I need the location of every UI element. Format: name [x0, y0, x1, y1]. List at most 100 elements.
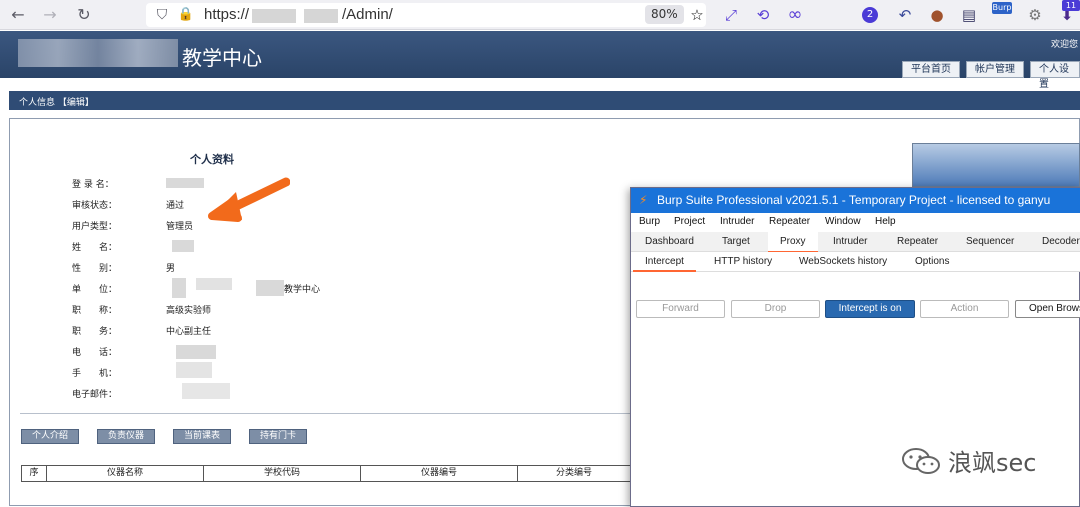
extension-badge-icon[interactable]: 2 [862, 7, 878, 23]
burp-extension-icon[interactable]: Burp [992, 2, 1012, 14]
tab-proxy[interactable]: Proxy [768, 232, 818, 253]
tab-settings[interactable]: 个人设置 [1030, 61, 1080, 90]
redacted-value [182, 383, 230, 399]
reload-icon[interactable]: ↻ [74, 5, 94, 25]
shield-icon[interactable]: ⛉ [152, 5, 172, 25]
cookie-icon[interactable]: ● [928, 6, 946, 24]
action-button[interactable]: Action [920, 300, 1009, 318]
tab-sequencer[interactable]: Sequencer [966, 236, 1014, 247]
address-bar[interactable]: ⛉ 🔒 https:// /Admin/ [146, 3, 706, 27]
field-label: 登 录 名： [72, 180, 114, 190]
drop-button[interactable]: Drop [731, 300, 820, 318]
breadcrumb[interactable]: 个人信息 【编辑】 [19, 95, 94, 108]
menu-repeater[interactable]: Repeater [769, 216, 810, 227]
site-title: 教学中心 [182, 46, 262, 70]
divider [20, 413, 630, 414]
field-value: 通过 [166, 201, 185, 211]
star-icon[interactable]: ☆ [688, 6, 706, 24]
url-redacted [304, 9, 338, 23]
table-header-cell: 分类编号 [555, 468, 592, 478]
welcome-text: 欢迎您 [1050, 40, 1078, 50]
forward-button[interactable]: Forward [636, 300, 725, 318]
table-header-cell: 仪器名称 [47, 466, 204, 481]
reader-icon[interactable]: ▤ [960, 6, 978, 24]
reply-icon[interactable]: ↶ [896, 6, 914, 24]
burp-menubar: Burp Project Intruder Repeater Window He… [631, 213, 1080, 232]
subtab-websockets-history[interactable]: WebSockets history [799, 256, 887, 267]
watermark-text: 浪飒sec [948, 449, 1037, 477]
browser-toolbar: ← → ↻ ⛉ 🔒 https:// /Admin/ 80% ☆ ⤢ ⟲ ∞ 2… [0, 0, 1080, 30]
tab-schedule[interactable]: 当前课表 [173, 429, 232, 444]
wechat-icon [902, 447, 940, 474]
instrument-table-header: 序 仪器名称 学校代码 仪器编号 分类编号 [21, 465, 631, 482]
field-value: 中心副主任 [166, 327, 212, 337]
tab-decoder[interactable]: Decoder [1042, 236, 1080, 247]
url-redacted [252, 9, 296, 23]
field-label: 电子邮件： [72, 390, 118, 400]
tab-repeater[interactable]: Repeater [897, 236, 938, 247]
tab-home[interactable]: 平台首页 [902, 61, 960, 78]
thumbnail-image [912, 143, 1080, 187]
tab-intruder[interactable]: Intruder [833, 236, 867, 247]
field-label: 用户类型： [72, 222, 118, 232]
intercept-toggle-button[interactable]: Intercept is on [825, 300, 915, 318]
redacted-value [256, 280, 284, 296]
redacted-value [166, 178, 204, 188]
burp-proxy-subtabs: Intercept HTTP history WebSockets histor… [631, 252, 1080, 272]
gear-icon[interactable]: ⚙ [1026, 6, 1044, 24]
history-icon[interactable]: ⟲ [754, 6, 772, 24]
redacted-value [176, 362, 212, 378]
subtab-intercept[interactable]: Intercept [633, 252, 696, 272]
table-header-cell: 序 [22, 466, 47, 481]
breadcrumb-bar: 个人信息 【编辑】 [9, 91, 1080, 110]
field-label: 电 话： [72, 348, 118, 358]
tab-account[interactable]: 帐户管理 [966, 61, 1024, 78]
zoom-level[interactable]: 80% [645, 5, 684, 24]
menu-help[interactable]: Help [875, 216, 896, 227]
subtab-options[interactable]: Options [915, 256, 949, 267]
redacted-value [176, 345, 216, 359]
forward-icon[interactable]: → [40, 5, 60, 25]
field-label: 单 位： [72, 285, 118, 295]
menu-burp[interactable]: Burp [639, 216, 660, 227]
field-value: 男 [166, 264, 176, 274]
info-row-unit: 单 位： 教学中心 [72, 278, 392, 298]
field-label: 姓 名： [72, 243, 118, 253]
back-icon[interactable]: ← [8, 5, 28, 25]
tab-target[interactable]: Target [722, 236, 750, 247]
lock-icon[interactable]: 🔒 [176, 5, 196, 25]
expand-icon[interactable]: ⤢ [722, 6, 740, 24]
tab-intro[interactable]: 个人介绍 [21, 429, 80, 444]
field-label: 手 机： [72, 369, 118, 379]
site-logo-redacted [18, 39, 178, 67]
redacted-value [172, 240, 194, 252]
redacted-value [196, 278, 232, 290]
tab-door-cards[interactable]: 持有门卡 [249, 429, 308, 444]
redacted-value [172, 278, 186, 298]
field-value: 管理员 [166, 222, 194, 232]
subtab-http-history[interactable]: HTTP history [714, 256, 772, 267]
burp-titlebar[interactable]: ⚡ Burp Suite Professional v2021.5.1 - Te… [631, 188, 1080, 213]
menu-project[interactable]: Project [674, 216, 705, 227]
burp-window-title: Burp Suite Professional v2021.5.1 - Temp… [657, 193, 1051, 207]
field-label: 性 别： [72, 264, 118, 274]
menu-window[interactable]: Window [825, 216, 861, 227]
menu-intruder[interactable]: Intruder [720, 216, 754, 227]
site-header: 教学中心 欢迎您 平台首页 帐户管理 个人设置 [0, 31, 1080, 90]
field-label: 职 务： [72, 327, 118, 337]
field-value: 教学中心 [284, 285, 321, 295]
extension-count-badge: 11 [1062, 0, 1080, 11]
open-browser-button[interactable]: Open Browser [1015, 300, 1080, 318]
field-label: 职 称： [72, 306, 118, 316]
tab-instruments[interactable]: 负责仪器 [97, 429, 156, 444]
url-suffix: /Admin/ [342, 6, 393, 23]
annotation-arrow-icon [208, 177, 290, 222]
burp-main-tabs: Dashboard Target Proxy Intruder Repeater… [631, 232, 1080, 253]
tab-dashboard[interactable]: Dashboard [645, 236, 694, 247]
field-value: 高级实验师 [166, 306, 212, 316]
page-title: 个人资料 [190, 153, 234, 166]
table-header-cell: 仪器编号 [361, 466, 518, 481]
table-header-cell: 学校代码 [204, 466, 361, 481]
infinity-icon[interactable]: ∞ [786, 6, 804, 24]
watermark: 浪飒sec [900, 443, 1036, 478]
